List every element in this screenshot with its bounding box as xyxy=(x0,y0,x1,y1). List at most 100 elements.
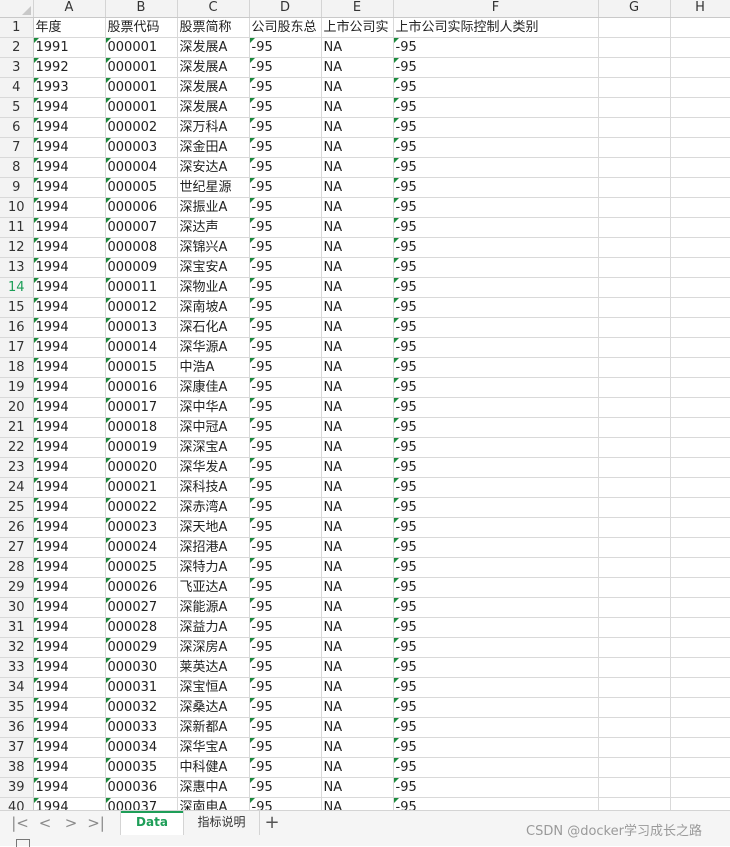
cell-controller[interactable]: NA xyxy=(321,657,394,678)
cell-controller-type[interactable]: -95 xyxy=(393,217,599,238)
cell-shareholders[interactable]: -95 xyxy=(249,717,322,738)
cell-stock-code[interactable]: 000009 xyxy=(105,257,178,278)
row-number[interactable]: 21 xyxy=(0,417,34,438)
cell-controller[interactable]: NA xyxy=(321,537,394,558)
cell-controller-type[interactable]: -95 xyxy=(393,457,599,478)
cell-year[interactable]: 1991 xyxy=(33,37,106,58)
cell-year[interactable]: 1994 xyxy=(33,497,106,518)
cell-g[interactable] xyxy=(598,397,671,418)
cell-stock-code[interactable]: 000024 xyxy=(105,537,178,558)
cell-year[interactable]: 1994 xyxy=(33,377,106,398)
cell-shareholders[interactable]: -95 xyxy=(249,177,322,198)
cell-controller-type[interactable]: -95 xyxy=(393,597,599,618)
cell-stock-name[interactable]: 深天地A xyxy=(177,517,250,538)
cell-h[interactable] xyxy=(670,577,730,598)
cell-g[interactable] xyxy=(598,637,671,658)
cell-stock-code[interactable]: 000006 xyxy=(105,197,178,218)
cell-g[interactable] xyxy=(598,557,671,578)
cell-stock-name[interactable]: 深惠中A xyxy=(177,777,250,798)
cell-controller[interactable]: NA xyxy=(321,137,394,158)
cell-stock-name[interactable]: 深振业A xyxy=(177,197,250,218)
cell-stock-name[interactable]: 深万科A xyxy=(177,117,250,138)
cell-h[interactable] xyxy=(670,197,730,218)
cell-g[interactable] xyxy=(598,497,671,518)
cell-controller[interactable]: NA xyxy=(321,57,394,78)
row-number[interactable]: 36 xyxy=(0,717,34,738)
row-number[interactable]: 17 xyxy=(0,337,34,358)
cell-year[interactable]: 1994 xyxy=(33,157,106,178)
cell-g[interactable] xyxy=(598,677,671,698)
cell-g[interactable] xyxy=(598,517,671,538)
cell-stock-code[interactable]: 000005 xyxy=(105,177,178,198)
cell-h[interactable] xyxy=(670,557,730,578)
row-number[interactable]: 16 xyxy=(0,317,34,338)
column-header-b[interactable]: B xyxy=(105,0,178,18)
cell-controller-type[interactable]: -95 xyxy=(393,57,599,78)
cell-controller-type[interactable]: -95 xyxy=(393,197,599,218)
cell-shareholders[interactable]: -95 xyxy=(249,377,322,398)
cell-stock-name[interactable]: 深发展A xyxy=(177,97,250,118)
status-bar-icon[interactable] xyxy=(16,839,30,847)
cell-year[interactable]: 1994 xyxy=(33,737,106,758)
cell-stock-code[interactable]: 000018 xyxy=(105,417,178,438)
cell-stock-name[interactable]: 深益力A xyxy=(177,617,250,638)
cell-stock-code[interactable]: 000035 xyxy=(105,757,178,778)
header-cell-h[interactable] xyxy=(670,17,730,38)
cell-h[interactable] xyxy=(670,117,730,138)
cell-stock-code[interactable]: 000019 xyxy=(105,437,178,458)
cell-shareholders[interactable]: -95 xyxy=(249,97,322,118)
row-number[interactable]: 18 xyxy=(0,357,34,378)
row-number[interactable]: 24 xyxy=(0,477,34,498)
cell-h[interactable] xyxy=(670,57,730,78)
cell-h[interactable] xyxy=(670,257,730,278)
cell-controller-type[interactable]: -95 xyxy=(393,477,599,498)
cell-controller-type[interactable]: -95 xyxy=(393,337,599,358)
cell-controller[interactable]: NA xyxy=(321,177,394,198)
cell-g[interactable] xyxy=(598,177,671,198)
row-number[interactable]: 23 xyxy=(0,457,34,478)
cell-stock-name[interactable]: 深安达A xyxy=(177,157,250,178)
cell-stock-name[interactable]: 深能源A xyxy=(177,597,250,618)
cell-shareholders[interactable]: -95 xyxy=(249,317,322,338)
cell-controller[interactable]: NA xyxy=(321,197,394,218)
cell-controller[interactable]: NA xyxy=(321,757,394,778)
cell-stock-name[interactable]: 莱英达A xyxy=(177,657,250,678)
cell-controller-type[interactable]: -95 xyxy=(393,297,599,318)
cell-stock-name[interactable]: 中浩A xyxy=(177,357,250,378)
cell-year[interactable]: 1994 xyxy=(33,197,106,218)
row-number[interactable]: 13 xyxy=(0,257,34,278)
cell-stock-code[interactable]: 000011 xyxy=(105,277,178,298)
last-sheet-nav-icon[interactable]: >| xyxy=(85,813,107,833)
cell-shareholders[interactable]: -95 xyxy=(249,337,322,358)
cell-controller[interactable]: NA xyxy=(321,717,394,738)
cell-stock-name[interactable]: 中科健A xyxy=(177,757,250,778)
cell-controller-type[interactable]: -95 xyxy=(393,357,599,378)
cell-controller[interactable]: NA xyxy=(321,237,394,258)
cell-shareholders[interactable]: -95 xyxy=(249,437,322,458)
cell-controller[interactable]: NA xyxy=(321,677,394,698)
cell-controller-type[interactable]: -95 xyxy=(393,577,599,598)
cell-stock-name[interactable]: 深发展A xyxy=(177,57,250,78)
cell-controller-type[interactable]: -95 xyxy=(393,617,599,638)
cell-stock-code[interactable]: 000001 xyxy=(105,37,178,58)
row-number[interactable]: 34 xyxy=(0,677,34,698)
cell-year[interactable]: 1994 xyxy=(33,257,106,278)
row-number[interactable]: 14 xyxy=(0,277,34,298)
cell-stock-code[interactable]: 000017 xyxy=(105,397,178,418)
row-number[interactable]: 28 xyxy=(0,557,34,578)
cell-h[interactable] xyxy=(670,537,730,558)
cell-year[interactable]: 1994 xyxy=(33,97,106,118)
cell-controller[interactable]: NA xyxy=(321,697,394,718)
cell-controller[interactable]: NA xyxy=(321,597,394,618)
cell-h[interactable] xyxy=(670,417,730,438)
cell-controller-type[interactable]: -95 xyxy=(393,377,599,398)
cell-stock-code[interactable]: 000029 xyxy=(105,637,178,658)
cell-stock-code[interactable]: 000016 xyxy=(105,377,178,398)
cell-controller-type[interactable]: -95 xyxy=(393,37,599,58)
first-sheet-nav-icon[interactable]: |< xyxy=(9,813,31,833)
cell-shareholders[interactable]: -95 xyxy=(249,277,322,298)
cell-stock-name[interactable]: 深华发A xyxy=(177,457,250,478)
row-number[interactable]: 20 xyxy=(0,397,34,418)
cell-stock-name[interactable]: 深康佳A xyxy=(177,377,250,398)
cell-stock-name[interactable]: 深物业A xyxy=(177,277,250,298)
